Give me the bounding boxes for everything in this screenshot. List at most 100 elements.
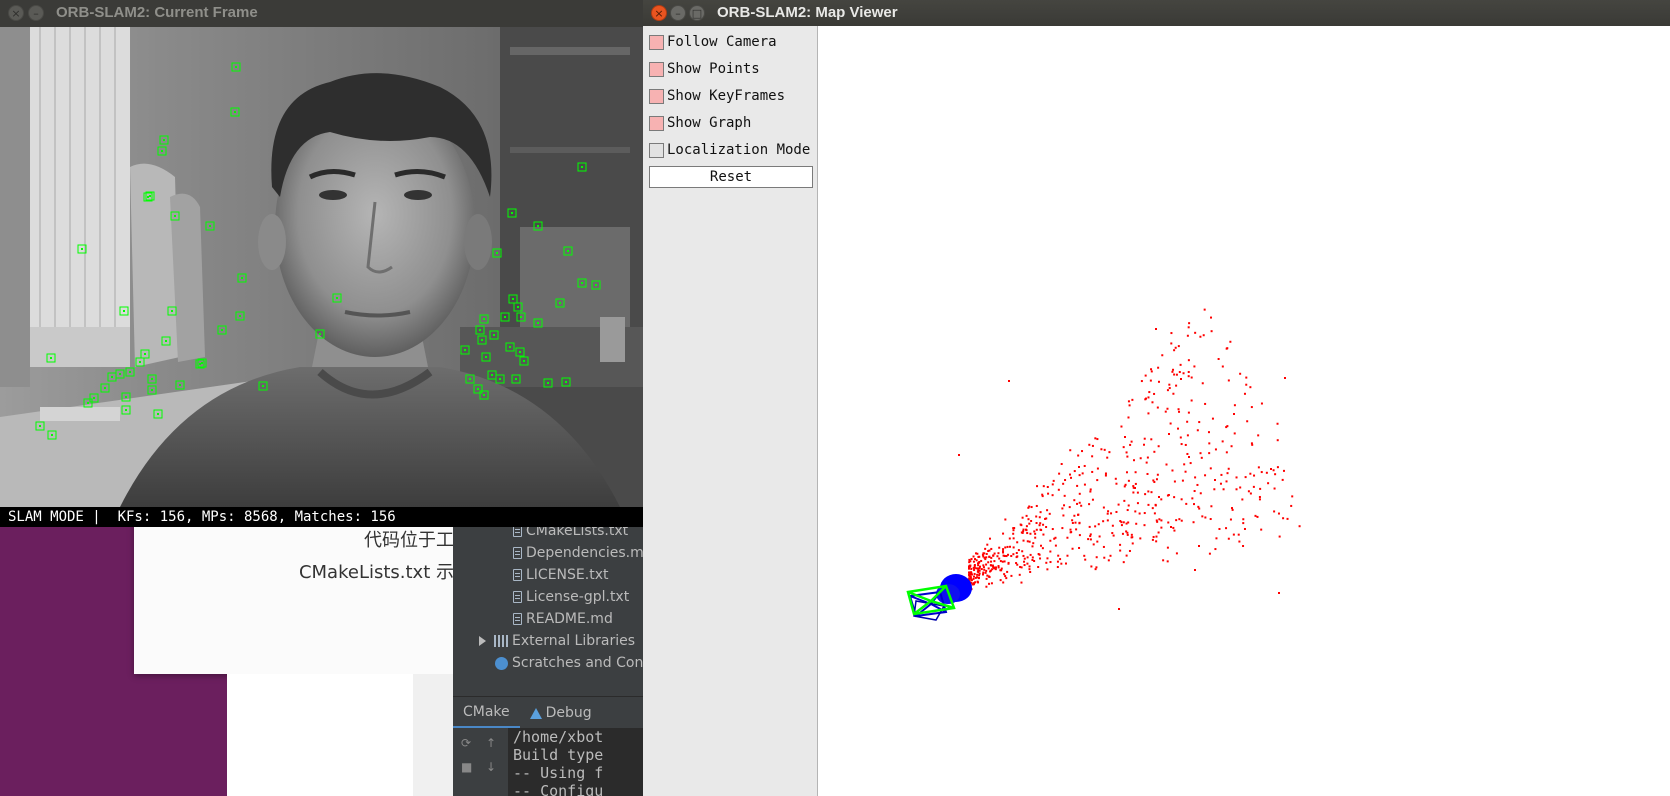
map-point [1096, 438, 1099, 441]
expand-arrow-icon[interactable] [479, 636, 486, 646]
feature-point [520, 316, 522, 318]
map-point [998, 557, 1001, 560]
tree-item-scratches[interactable]: Scratches and Cons [495, 652, 648, 674]
map-point [1196, 429, 1199, 432]
map-point [970, 558, 973, 561]
feature-point [125, 396, 127, 398]
map-point [1078, 501, 1081, 504]
maximize-icon[interactable]: □ [689, 5, 705, 21]
map-point [1045, 526, 1048, 529]
map-point [1198, 545, 1200, 547]
map-point [1135, 522, 1138, 525]
arrow-up-icon[interactable]: ↑ [486, 737, 496, 749]
map-point [977, 576, 980, 579]
map-point [1102, 545, 1105, 548]
map-point [1187, 375, 1190, 378]
map-point [1035, 528, 1038, 531]
map-point [1138, 512, 1141, 515]
map-point [1198, 507, 1201, 510]
tree-item-readme[interactable]: README.md [513, 608, 613, 630]
map-point [1133, 459, 1136, 462]
option-show-keyframes[interactable]: Show KeyFrames [649, 85, 785, 107]
map-point [1091, 444, 1094, 447]
map-point [968, 573, 971, 576]
map-point [1121, 532, 1124, 535]
map-point [976, 552, 979, 555]
map-point [1151, 538, 1154, 541]
map-point [1125, 554, 1128, 557]
close-icon[interactable]: × [651, 5, 667, 21]
option-localization-mode[interactable]: Localization Mode [649, 139, 810, 161]
map-point [1003, 573, 1006, 576]
map-point [1032, 542, 1035, 545]
feature-point [165, 340, 167, 342]
tree-item-license-gpl[interactable]: License-gpl.txt [513, 586, 629, 608]
map-point [1016, 563, 1019, 566]
map-point [1096, 467, 1099, 470]
map-point [1026, 556, 1029, 559]
map-point [1063, 494, 1066, 497]
minimize-icon[interactable]: – [28, 5, 44, 21]
map-point [1108, 451, 1111, 454]
close-icon[interactable]: × [8, 5, 24, 21]
map-point [1042, 523, 1045, 526]
tree-item-dependencies[interactable]: Dependencies.m [513, 542, 644, 564]
feature-point [523, 360, 525, 362]
map-point [1183, 463, 1186, 466]
map-point [1242, 545, 1245, 548]
map-point [1023, 560, 1026, 563]
feature-point [151, 378, 153, 380]
map-point [1026, 562, 1029, 565]
map-point [1125, 530, 1128, 533]
map-point [1175, 552, 1178, 555]
map-point [989, 569, 992, 572]
document-window: 代码位于工 CMakeLists.txt 示 [134, 520, 474, 674]
map-point [968, 571, 971, 574]
map-point [1130, 533, 1133, 536]
console-line: /home/xbot [513, 728, 604, 746]
feature-point [483, 318, 485, 320]
map-point [1100, 448, 1103, 451]
feature-point [151, 389, 153, 391]
map-point [1015, 551, 1018, 554]
map-point [1088, 525, 1091, 528]
map-point [982, 564, 985, 567]
map-point [1139, 537, 1142, 540]
option-show-points[interactable]: Show Points [649, 58, 760, 80]
map-point [1235, 488, 1238, 491]
arrow-down-icon[interactable]: ↓ [486, 761, 496, 773]
checkbox[interactable] [649, 34, 664, 50]
tree-item-license[interactable]: LICENSE.txt [513, 564, 608, 586]
reset-button[interactable]: Reset [649, 166, 813, 188]
map-point [1129, 443, 1132, 446]
map-point [1209, 518, 1212, 521]
tree-item-external-libraries[interactable]: External Libraries [479, 630, 635, 652]
map-point [1149, 379, 1152, 382]
tab-debug[interactable]: Debug [520, 697, 602, 729]
map-point [1123, 485, 1126, 488]
title-bar[interactable]: × – ORB-SLAM2: Current Frame [0, 0, 643, 28]
map-point [1078, 474, 1081, 477]
checkbox[interactable] [649, 88, 664, 104]
map-point [1020, 524, 1023, 527]
minimize-icon[interactable]: – [670, 5, 686, 21]
feature-point [161, 150, 163, 152]
map-point [1161, 354, 1164, 357]
checkbox[interactable] [649, 115, 664, 131]
reload-icon[interactable]: ⟳ [461, 737, 471, 749]
map-point [1173, 496, 1176, 499]
stop-icon[interactable]: ■ [461, 761, 472, 773]
feature-point [595, 284, 597, 286]
map-point [1054, 536, 1057, 539]
map-point [1158, 518, 1161, 521]
checkbox[interactable] [649, 142, 664, 158]
map-point [1202, 334, 1205, 337]
checkbox[interactable] [649, 61, 664, 77]
option-show-graph[interactable]: Show Graph [649, 112, 751, 134]
tab-cmake[interactable]: CMake [453, 697, 520, 729]
map-canvas[interactable] [818, 26, 1670, 796]
title-bar[interactable]: × – □ ORB-SLAM2: Map Viewer [643, 0, 1670, 26]
option-follow-camera[interactable]: Follow Camera [649, 31, 777, 53]
map-point [1239, 372, 1242, 375]
feature-point [87, 402, 89, 404]
